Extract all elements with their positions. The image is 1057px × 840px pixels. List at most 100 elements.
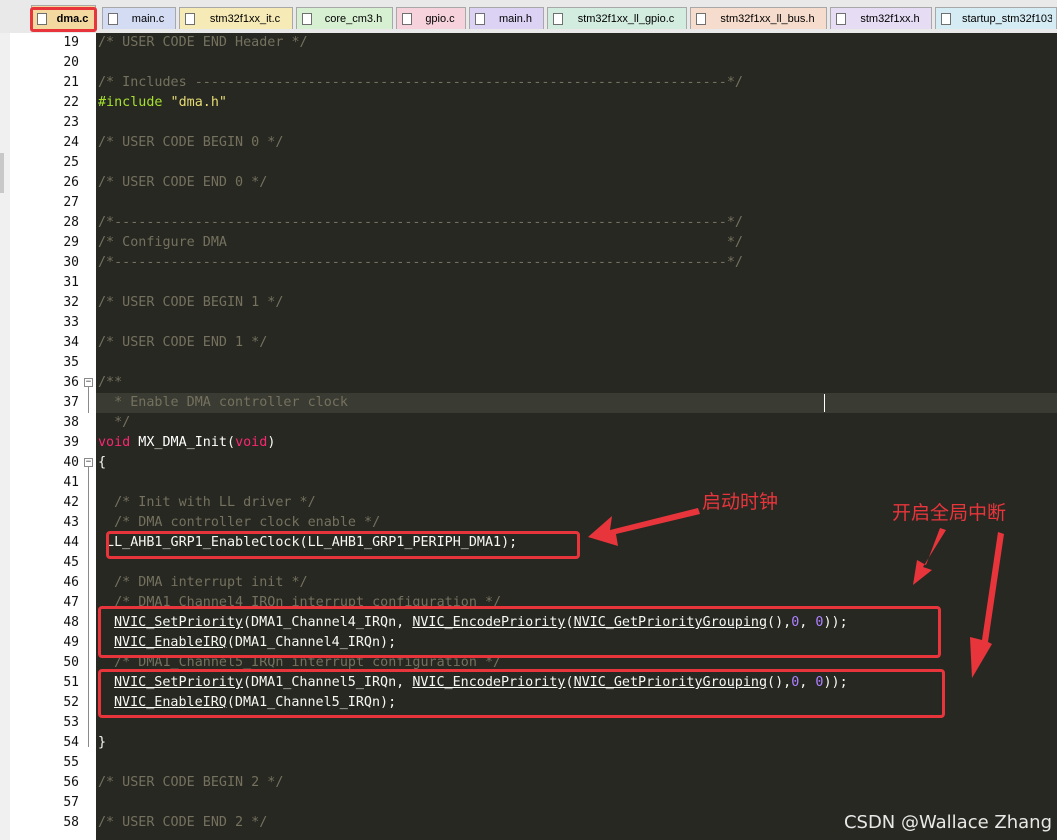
- line-number: 19: [63, 35, 79, 50]
- tab-main-c[interactable]: main.c: [102, 7, 176, 29]
- code-line: /* Configure DMA */: [98, 235, 743, 250]
- tab-gpio-c[interactable]: gpio.c: [396, 7, 466, 29]
- fold-guide: [88, 387, 89, 413]
- line-number: 33: [63, 315, 79, 330]
- line-number: 35: [63, 355, 79, 370]
- annotation-clock-label: 启动时钟: [702, 491, 779, 513]
- h-file-icon: [836, 13, 846, 25]
- line-number: 45: [63, 555, 79, 570]
- line-number: 51: [63, 675, 79, 690]
- line-number: 54: [63, 735, 79, 750]
- code-line: LL_AHB1_GRP1_EnableClock(LL_AHB1_GRP1_PE…: [98, 535, 518, 550]
- line-number: 39: [63, 435, 79, 450]
- line-number: 57: [63, 795, 79, 810]
- code-line: NVIC_EnableIRQ(DMA1_Channel5_IRQn);: [114, 695, 397, 710]
- fold-margin: − −: [82, 33, 96, 840]
- line-number: 50: [63, 655, 79, 670]
- line-number: 27: [63, 195, 79, 210]
- code-line: #include "dma.h": [98, 95, 227, 110]
- line-number: 23: [63, 115, 79, 130]
- code-line: /**: [98, 375, 123, 390]
- line-number: 55: [63, 755, 79, 770]
- fold-guide: [88, 467, 89, 747]
- line-number: 30: [63, 255, 79, 270]
- code-line: {: [98, 455, 107, 470]
- c-file-icon: [108, 13, 118, 25]
- line-number: 42: [63, 495, 79, 510]
- left-panel-edge: [0, 33, 10, 840]
- line-number: 53: [63, 715, 79, 730]
- line-number: 40: [63, 455, 79, 470]
- code-line: /* USER CODE BEGIN 1 */: [98, 295, 284, 310]
- line-number: 21: [63, 75, 79, 90]
- watermark: CSDN @Wallace Zhang: [843, 812, 1052, 833]
- c-file-icon: [553, 13, 563, 25]
- tab-stm32f1xx-it-c[interactable]: stm32f1xx_it.c: [179, 7, 293, 29]
- tab-startup-stm32f103[interactable]: startup_stm32f103: [935, 7, 1057, 29]
- line-number: 52: [63, 695, 79, 710]
- tab-core-cm3-h[interactable]: core_cm3.h: [296, 7, 393, 29]
- code-line: /* DMA interrupt init */: [98, 575, 308, 590]
- code-line: NVIC_EnableIRQ(DMA1_Channel4_IRQn);: [114, 635, 397, 650]
- fold-toggle-icon[interactable]: −: [84, 458, 93, 467]
- fold-toggle-icon[interactable]: −: [84, 378, 93, 387]
- code-line: /* USER CODE BEGIN 0 */: [98, 135, 284, 150]
- code-line: /* Init with LL driver */: [98, 495, 316, 510]
- tab-stm32f1xx-h[interactable]: stm32f1xx.h: [830, 7, 932, 29]
- line-number: 47: [63, 595, 79, 610]
- code-line: * Enable DMA controller clock: [98, 395, 348, 410]
- text-caret: [824, 394, 825, 412]
- line-number: 49: [63, 635, 79, 650]
- code-line: /* Includes ----------------------------…: [98, 75, 743, 90]
- line-number: 58: [63, 815, 79, 830]
- c-file-icon: [185, 13, 195, 25]
- tab-main-h[interactable]: main.h: [469, 7, 544, 29]
- code-line: /* DMA controller clock enable */: [98, 515, 381, 530]
- tab-stm32f1xx-ll-bus-h[interactable]: stm32f1xx_ll_bus.h: [690, 7, 827, 29]
- code-line: void MX_DMA_Init(void): [98, 435, 276, 450]
- code-line: /*--------------------------------------…: [98, 215, 743, 230]
- line-number: 34: [63, 335, 79, 350]
- line-number: 32: [63, 295, 79, 310]
- c-file-icon: [37, 13, 47, 25]
- line-number: 24: [63, 135, 79, 150]
- asm-file-icon: [941, 13, 951, 25]
- tab-dma-c[interactable]: dma.c: [31, 5, 96, 31]
- line-number: 20: [63, 55, 79, 70]
- line-number: 48: [63, 615, 79, 630]
- line-number: 38: [63, 415, 79, 430]
- line-number: 44: [63, 535, 79, 550]
- code-line: /*--------------------------------------…: [98, 255, 743, 270]
- code-line: /* DMA1_Channel4_IRQn interrupt configur…: [98, 595, 502, 610]
- code-line: NVIC_SetPriority(DMA1_Channel4_IRQn, NVI…: [114, 615, 848, 630]
- code-editor[interactable]: /* USER CODE END Header */ /* Includes -…: [96, 33, 1057, 840]
- line-number: 36: [63, 375, 79, 390]
- h-file-icon: [696, 13, 706, 25]
- code-line: /* USER CODE END 0 */: [98, 175, 268, 190]
- annotation-interrupt-label: 开启全局中断: [892, 502, 1007, 524]
- line-number: 25: [63, 155, 79, 170]
- code-line: */: [98, 415, 131, 430]
- code-line: }: [98, 735, 107, 750]
- line-number: 37: [63, 395, 79, 410]
- line-number: 41: [63, 475, 79, 490]
- code-line: /* USER CODE END 1 */: [98, 335, 268, 350]
- line-number: 28: [63, 215, 79, 230]
- line-number: 46: [63, 575, 79, 590]
- line-number: 26: [63, 175, 79, 190]
- c-file-icon: [402, 13, 412, 25]
- line-number: 43: [63, 515, 79, 530]
- line-number-gutter: 19 20 21 22 23 24 25 26 27 28 29 30 31 3…: [10, 33, 82, 840]
- editor-tab-bar: dma.c main.c stm32f1xx_it.c core_cm3.h g…: [0, 0, 1057, 34]
- h-file-icon: [302, 13, 312, 25]
- code-line: NVIC_SetPriority(DMA1_Channel5_IRQn, NVI…: [114, 675, 848, 690]
- code-line: /* USER CODE BEGIN 2 */: [98, 775, 284, 790]
- code-line: /* USER CODE END 2 */: [98, 815, 268, 830]
- line-number: 29: [63, 235, 79, 250]
- line-number: 22: [63, 95, 79, 110]
- code-line: /* DMA1_Channel5_IRQn interrupt configur…: [98, 655, 502, 670]
- line-number: 31: [63, 275, 79, 290]
- code-line: /* USER CODE END Header */: [98, 35, 308, 50]
- tab-stm32f1xx-ll-gpio-c[interactable]: stm32f1xx_ll_gpio.c: [547, 7, 687, 29]
- h-file-icon: [475, 13, 485, 25]
